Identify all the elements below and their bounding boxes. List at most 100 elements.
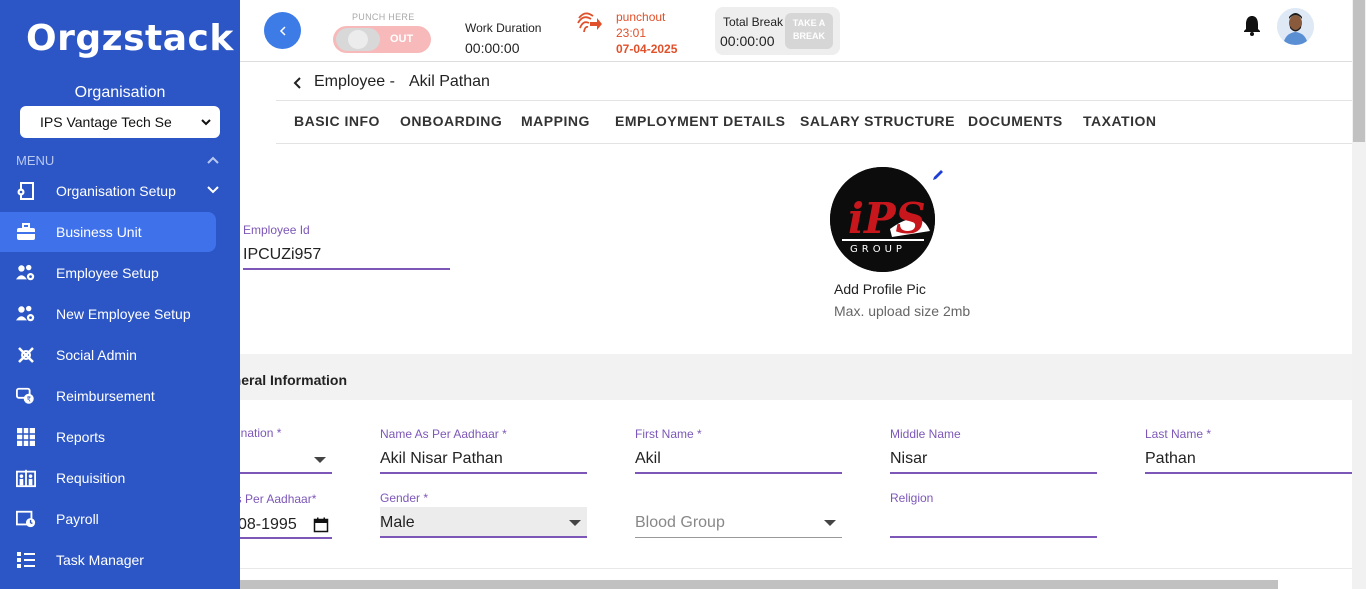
sidebar-item-organisation-setup[interactable]: Organisation Setup xyxy=(0,171,219,211)
sidebar-item-label: Social Admin xyxy=(56,347,137,363)
take-break-button[interactable]: TAKE A BREAK xyxy=(785,13,833,49)
sidebar-item-payroll[interactable]: Payroll xyxy=(0,499,216,539)
tab-basic-info[interactable]: BASIC INFO xyxy=(294,113,380,129)
sidebar-item-label: Requisition xyxy=(56,470,126,486)
total-break-box: Total Break 00:00:00 TAKE A BREAK xyxy=(715,7,840,55)
first-name-input[interactable]: Akil xyxy=(635,450,661,468)
sidebar-item-social-admin[interactable]: Social Admin xyxy=(0,335,216,375)
dob-input: 08-1995 xyxy=(240,516,297,533)
user-avatar[interactable] xyxy=(1277,8,1314,45)
fingerprint-icon xyxy=(577,12,602,33)
grid-report-icon xyxy=(16,427,36,447)
collapse-sidebar-button[interactable] xyxy=(264,12,301,49)
tab-taxation[interactable]: TAXATION xyxy=(1083,113,1156,129)
sidebar-item-requisition[interactable]: Requisition xyxy=(0,458,216,498)
dropdown-arrow-icon xyxy=(824,520,836,526)
tab-employment-details[interactable]: EMPLOYMENT DETAILS xyxy=(615,113,786,129)
designation-label: Designation * xyxy=(240,426,282,440)
app-logo: Orgzstack xyxy=(26,18,234,59)
first-name-label: First Name * xyxy=(635,427,702,441)
edit-pencil-icon[interactable] xyxy=(931,168,945,182)
sidebar-item-label: New Employee Setup xyxy=(56,306,191,322)
sidebar-item-label: Reports xyxy=(56,429,106,445)
employee-id-input[interactable]: IPCUZi957 xyxy=(243,246,321,264)
punch-state-text: OUT xyxy=(390,33,414,45)
total-break-label: Total Break xyxy=(723,15,784,29)
middle-name-underline xyxy=(890,472,1097,474)
first-name-underline xyxy=(635,472,842,474)
blood-group-underline xyxy=(635,537,842,538)
tab-documents[interactable]: DOCUMENTS xyxy=(968,113,1063,129)
blood-group-select[interactable]: Blood Group xyxy=(635,507,842,537)
section-divider xyxy=(240,568,1352,569)
sidebar-item-label: Task Manager xyxy=(56,552,144,568)
tab-salary-structure[interactable]: SALARY STRUCTURE xyxy=(800,113,955,129)
name-aadhaar-input[interactable]: Akil Nisar Pathan xyxy=(380,450,503,468)
chevron-up-icon[interactable] xyxy=(206,155,220,165)
vertical-scrollbar[interactable] xyxy=(1352,0,1366,589)
tab-onboarding[interactable]: ONBOARDING xyxy=(400,113,502,129)
last-name-input[interactable]: Pathan xyxy=(1145,450,1196,468)
users-gear-icon xyxy=(16,263,36,283)
network-icon xyxy=(16,345,36,365)
tab-mapping[interactable]: MAPPING xyxy=(521,113,590,129)
dob-label: DOB As Per Aadhaar* xyxy=(240,492,317,506)
gender-value: Male xyxy=(380,514,415,531)
employee-id-label: Employee Id xyxy=(243,223,310,237)
sidebar-item-label: Reimbursement xyxy=(56,388,155,404)
sidebar-item-label: Business Unit xyxy=(56,224,142,240)
blood-group-placeholder: Blood Group xyxy=(635,514,725,531)
punchout-time: 23:01 xyxy=(616,26,647,40)
sidebar-item-label: Employee Setup xyxy=(56,265,159,281)
chevron-down-icon xyxy=(207,186,219,194)
last-name-label: Last Name * xyxy=(1145,427,1212,441)
requisition-icon xyxy=(16,468,36,488)
horizontal-scrollbar-thumb[interactable] xyxy=(97,580,1278,589)
punch-toggle-knob xyxy=(336,28,380,51)
breadcrumb-employee-name: Akil Pathan xyxy=(409,73,490,90)
vertical-scrollbar-thumb[interactable] xyxy=(1353,0,1365,142)
organisation-select-value: IPS Vantage Tech Se xyxy=(40,114,172,130)
notification-bell-icon[interactable] xyxy=(1242,14,1262,36)
gear-building-icon xyxy=(16,181,36,201)
sidebar-item-reimbursement[interactable]: ₹ Reimbursement xyxy=(0,376,216,416)
dropdown-arrow-icon xyxy=(314,457,326,463)
chevron-left-icon xyxy=(279,25,286,36)
sidebar-item-new-employee-setup[interactable]: New Employee Setup xyxy=(0,294,216,334)
sidebar-item-reports[interactable]: Reports xyxy=(0,417,216,457)
top-bar: PUNCH HERE OUT Work Duration 00:00:00 pu… xyxy=(240,0,1352,62)
sidebar-item-employee-setup[interactable]: Employee Setup xyxy=(0,253,216,293)
task-list-icon xyxy=(16,550,36,570)
name-aadhaar-label: Name As Per Aadhaar * xyxy=(380,427,507,441)
general-information-header xyxy=(240,354,1352,400)
general-information-title: General Information xyxy=(240,372,348,388)
dob-underline xyxy=(240,537,332,539)
profile-picture[interactable]: iPS GROUP xyxy=(830,167,935,272)
organisation-select[interactable]: IPS Vantage Tech Se xyxy=(20,106,220,138)
dropdown-arrow-icon xyxy=(569,520,581,526)
designation-field[interactable]: Designation * xyxy=(240,420,335,475)
employee-id-underline xyxy=(243,268,450,270)
sidebar-item-business-unit[interactable]: Business Unit xyxy=(0,212,216,252)
work-duration-value: 00:00:00 xyxy=(465,40,520,56)
religion-underline xyxy=(890,536,1097,538)
gender-select[interactable]: Male xyxy=(380,507,587,537)
gender-label: Gender * xyxy=(380,491,429,505)
religion-label: Religion xyxy=(890,491,934,505)
total-break-value: 00:00:00 xyxy=(720,33,775,49)
punch-here-label: PUNCH HERE xyxy=(352,12,415,22)
sidebar-item-task-manager[interactable]: Task Manager xyxy=(0,540,216,580)
briefcase-icon xyxy=(16,222,36,242)
punchout-label: punchout xyxy=(616,10,666,24)
menu-label: MENU xyxy=(16,153,55,168)
svg-text:₹: ₹ xyxy=(26,394,31,403)
calendar-icon[interactable] xyxy=(313,517,329,533)
sidebar: Orgzstack Organisation IPS Vantage Tech … xyxy=(0,0,240,589)
middle-name-input[interactable]: Nisar xyxy=(890,450,927,468)
punch-toggle[interactable] xyxy=(333,26,431,53)
sidebar-item-label: Payroll xyxy=(56,511,99,527)
dob-field[interactable]: DOB As Per Aadhaar* 08-1995 xyxy=(240,485,335,541)
back-arrow-icon[interactable] xyxy=(292,76,302,90)
breadcrumb: Employee - Akil Pathan xyxy=(276,63,1352,101)
add-profile-pic-label: Add Profile Pic xyxy=(834,281,926,297)
